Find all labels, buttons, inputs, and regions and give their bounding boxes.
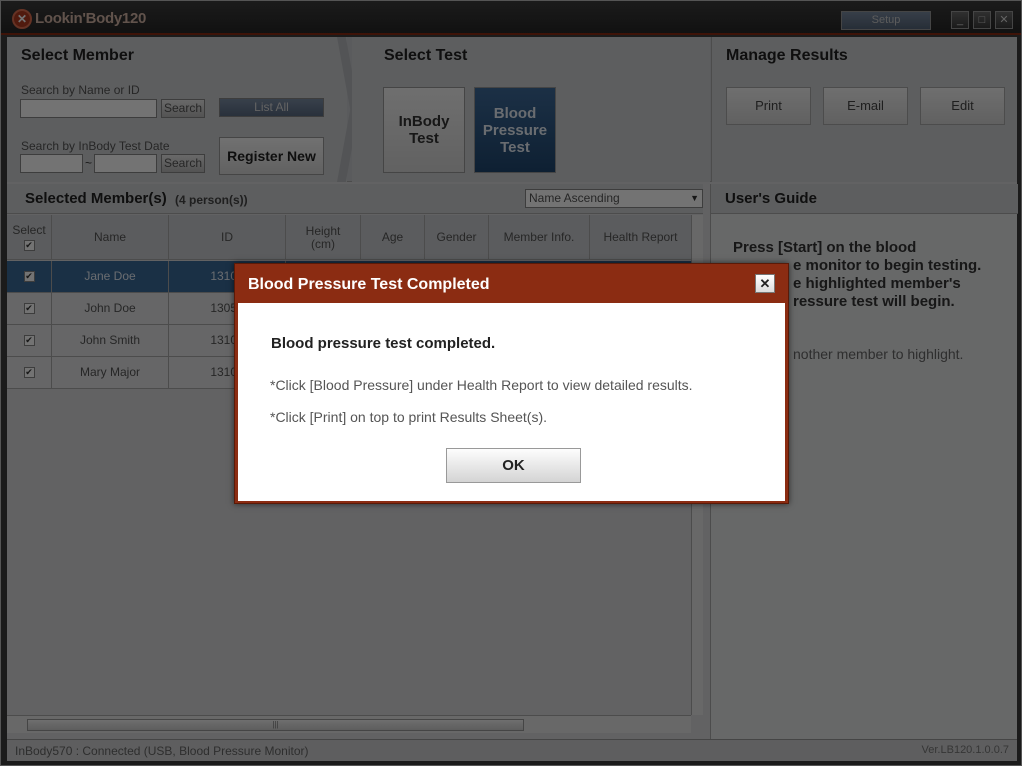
sort-select[interactable]: Name Ascending ▼ xyxy=(525,189,703,208)
guide-line-1: Press [Start] on the blood xyxy=(733,239,917,256)
list-all-button[interactable]: List All xyxy=(219,98,324,117)
dialog-hint-2: *Click [Print] on top to print Results S… xyxy=(270,409,547,425)
setup-button[interactable]: Setup xyxy=(841,11,931,30)
inbody-test-label: InBody Test xyxy=(398,113,450,147)
version-label: Ver.LB120.1.0.0.7 xyxy=(921,744,1009,756)
minimize-icon[interactable]: _ xyxy=(951,11,969,29)
search-date-label: Search by InBody Test Date xyxy=(21,139,170,153)
search-date-button[interactable]: Search xyxy=(161,154,205,173)
select-member-title: Select Member xyxy=(21,47,134,64)
horizontal-scrollbar[interactable]: ||| xyxy=(7,715,691,733)
date-from-input[interactable] xyxy=(20,154,83,173)
dialog-close-icon[interactable]: ✕ xyxy=(755,274,775,293)
title-bar: ✕ Lookin'Body120 Setup _ □ ✕ xyxy=(1,1,1021,35)
date-to-input[interactable] xyxy=(94,154,157,173)
blood-pressure-test-label: Blood Pressure Test xyxy=(482,104,548,156)
bp-completed-dialog: Blood Pressure Test Completed ✕ Blood pr… xyxy=(234,263,789,504)
row-checkbox-cell[interactable]: ✔ xyxy=(7,325,52,357)
row-checkbox[interactable]: ✔ xyxy=(23,335,35,347)
row-name: John Smith xyxy=(52,325,169,357)
manage-results-panel: Manage Results Print E-mail Edit xyxy=(711,37,1017,182)
column-name[interactable]: Name xyxy=(52,215,169,260)
status-bar: InBody570 : Connected (USB, Blood Pressu… xyxy=(7,739,1017,761)
sort-value: Name Ascending xyxy=(529,191,620,205)
row-checkbox-cell[interactable]: ✔ xyxy=(7,293,52,325)
select-test-panel: Select Test InBody Test Blood Pressure T… xyxy=(352,37,710,182)
dialog-body: Blood pressure test completed. *Click [B… xyxy=(238,303,785,501)
row-checkbox-cell[interactable]: ✔ xyxy=(7,357,52,389)
date-separator: ~ xyxy=(85,156,93,170)
select-member-panel: Select Member Search by Name or ID Searc… xyxy=(7,37,347,182)
column-gender[interactable]: Gender xyxy=(425,215,489,260)
row-checkbox[interactable]: ✔ xyxy=(23,367,35,379)
select-test-title: Select Test xyxy=(384,47,468,64)
table-header: Select ✔ Name ID Height (cm) Age Gender M… xyxy=(7,215,691,260)
search-name-button[interactable]: Search xyxy=(161,99,205,118)
user-guide-header: User's Guide xyxy=(711,184,1018,214)
member-count: (4 person(s)) xyxy=(175,193,248,207)
search-name-input[interactable] xyxy=(20,99,157,118)
dialog-message: Blood pressure test completed. xyxy=(271,335,496,352)
close-window-icon[interactable]: ✕ xyxy=(995,11,1013,29)
app-window: ✕ Lookin'Body120 Setup _ □ ✕ Select Memb… xyxy=(0,0,1022,766)
column-height[interactable]: Height (cm) xyxy=(286,215,361,260)
manage-results-title: Manage Results xyxy=(726,47,848,64)
app-title: Lookin'Body120 xyxy=(35,10,147,27)
inbody-test-button[interactable]: InBody Test xyxy=(383,87,465,173)
row-name: John Doe xyxy=(52,293,169,325)
row-checkbox[interactable]: ✔ xyxy=(23,271,35,283)
member-list-title: Selected Member(s) xyxy=(25,190,167,207)
scroll-thumb[interactable]: ||| xyxy=(27,719,524,731)
member-list-header: Selected Member(s) (4 person(s)) Name As… xyxy=(7,184,703,214)
maximize-icon[interactable]: □ xyxy=(973,11,991,29)
app-logo-icon: ✕ xyxy=(12,9,32,29)
register-new-button[interactable]: Register New xyxy=(219,137,324,175)
row-name: Jane Doe xyxy=(52,261,169,293)
row-checkbox[interactable]: ✔ xyxy=(23,303,35,315)
blood-pressure-test-button[interactable]: Blood Pressure Test xyxy=(474,87,556,173)
chevron-down-icon: ▼ xyxy=(690,193,699,203)
column-health-report[interactable]: Health Report xyxy=(590,215,691,260)
top-panels: Select Member Search by Name or ID Searc… xyxy=(7,37,1017,182)
row-name: Mary Major xyxy=(52,357,169,389)
edit-button[interactable]: Edit xyxy=(920,87,1005,125)
column-id[interactable]: ID xyxy=(169,215,286,260)
column-select: Select ✔ xyxy=(7,215,52,260)
column-age[interactable]: Age xyxy=(361,215,425,260)
print-button[interactable]: Print xyxy=(726,87,811,125)
ok-button[interactable]: OK xyxy=(446,448,581,483)
connection-status: InBody570 : Connected (USB, Blood Pressu… xyxy=(15,744,309,758)
user-guide-title: User's Guide xyxy=(725,190,817,207)
column-select-label: Select xyxy=(12,223,46,237)
dialog-hint-1: *Click [Blood Pressure] under Health Rep… xyxy=(270,377,693,393)
row-checkbox-cell[interactable]: ✔ xyxy=(7,261,52,293)
search-name-label: Search by Name or ID xyxy=(21,83,140,97)
select-all-checkbox[interactable]: ✔ xyxy=(23,240,35,251)
column-member-info[interactable]: Member Info. xyxy=(489,215,590,260)
email-button[interactable]: E-mail xyxy=(823,87,908,125)
dialog-title: Blood Pressure Test Completed xyxy=(248,276,490,293)
